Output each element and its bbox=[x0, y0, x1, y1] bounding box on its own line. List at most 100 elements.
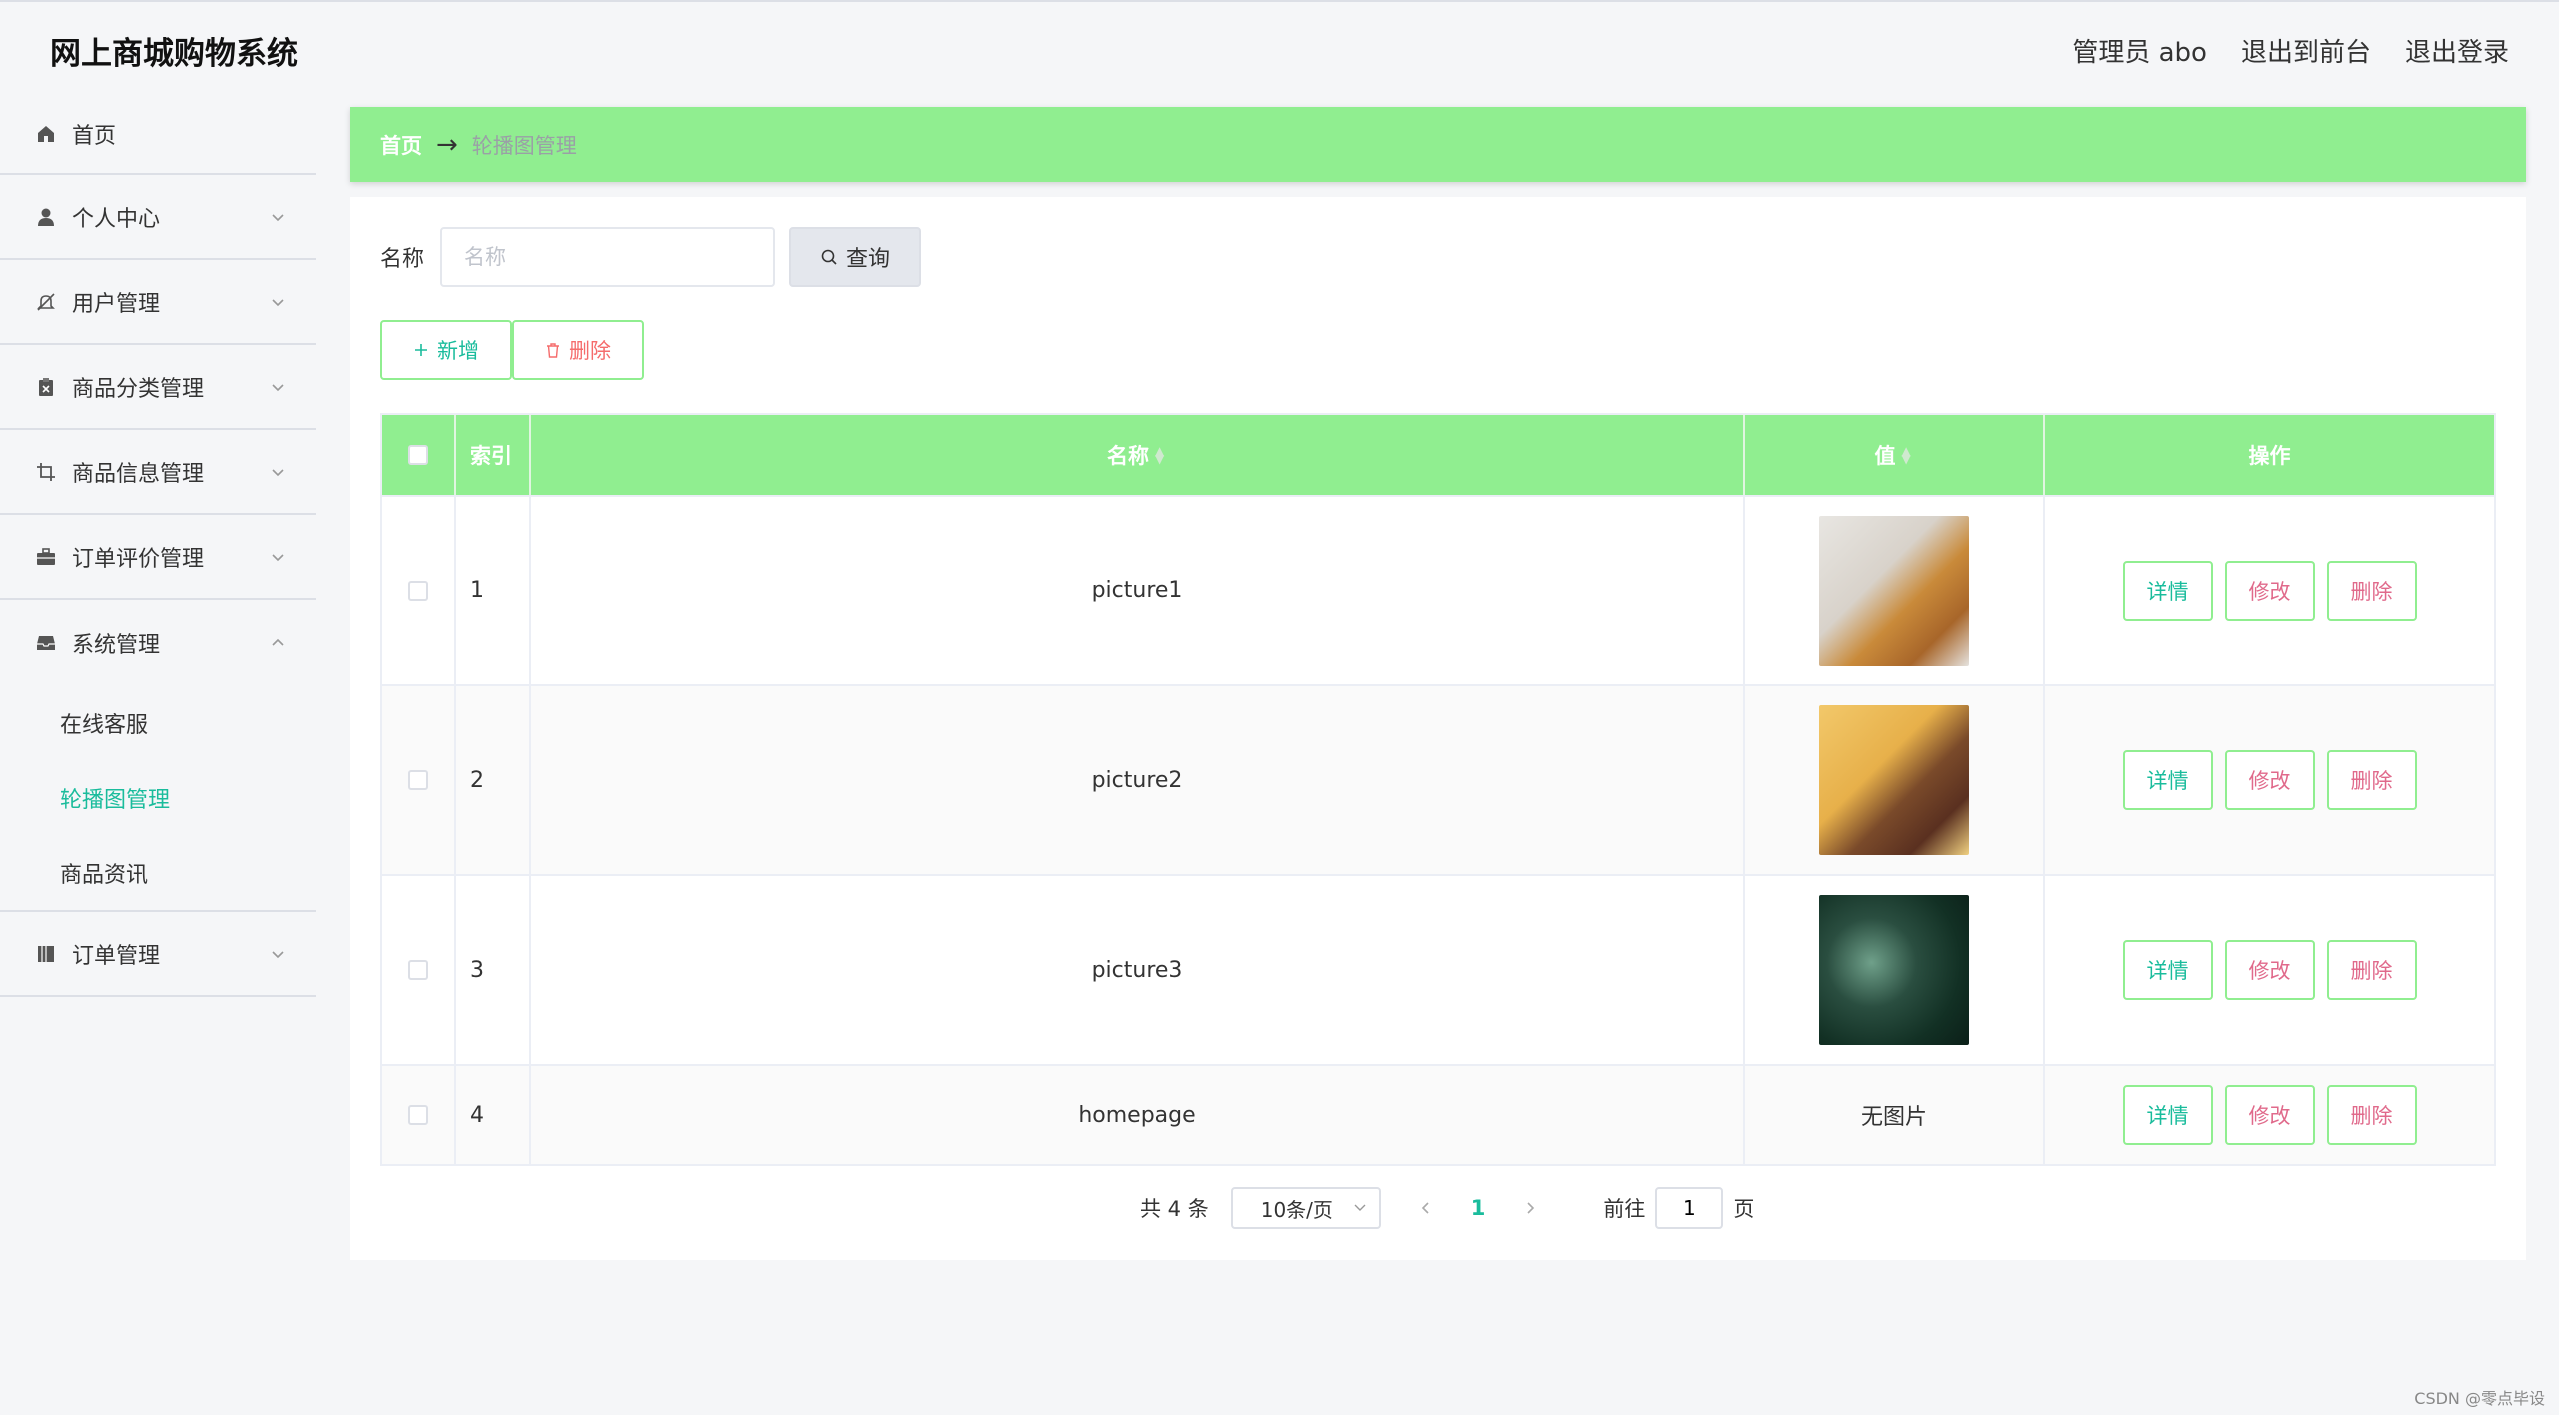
detail-button[interactable]: 详情 bbox=[2122, 940, 2213, 1000]
carousel-thumbnail[interactable] bbox=[1819, 895, 1969, 1045]
carousel-thumbnail[interactable] bbox=[1819, 515, 1969, 666]
row-checkbox-cell bbox=[382, 876, 456, 1064]
user-icon bbox=[36, 207, 56, 227]
admin-user-label[interactable]: 管理员 abo bbox=[2072, 32, 2207, 69]
search-input[interactable] bbox=[440, 227, 776, 287]
chevron-down-icon bbox=[272, 950, 284, 958]
goto-page-input[interactable] bbox=[1655, 1187, 1724, 1229]
batch-delete-button-label: 删除 bbox=[569, 339, 611, 363]
sidebar-item-label: 个人中心 bbox=[72, 206, 161, 232]
top-header: 网上商城购物系统 管理员 abo 退出到前台 退出登录 bbox=[0, 0, 2559, 95]
sidebar-item-label: 商品信息管理 bbox=[72, 461, 205, 487]
sidebar: 首页 个人中心 用户管理 商品分类管理 商品信息管理 订单评价管理 系统管理 在… bbox=[0, 95, 316, 1415]
prev-page-button[interactable] bbox=[1411, 1187, 1441, 1229]
query-button-label: 查询 bbox=[846, 247, 891, 272]
header-name[interactable]: 名称 ▲ ▼ bbox=[531, 415, 1745, 495]
query-button[interactable]: 查询 bbox=[789, 227, 922, 287]
search-row: 名称 查询 bbox=[380, 227, 922, 287]
detail-button[interactable]: 详情 bbox=[2122, 560, 2213, 621]
sort-icon[interactable]: ▲ ▼ bbox=[1902, 445, 1914, 465]
row-ops: 详情 修改 删除 bbox=[2045, 497, 2494, 684]
delete-button[interactable]: 删除 bbox=[2326, 750, 2417, 810]
row-ops: 详情 修改 删除 bbox=[2045, 1066, 2494, 1164]
next-page-button[interactable] bbox=[1515, 1187, 1545, 1229]
goto-suffix: 页 bbox=[1733, 1197, 1755, 1221]
add-button-label: 新增 bbox=[437, 339, 479, 363]
submenu-carousel-management[interactable]: 轮播图管理 bbox=[0, 760, 316, 835]
header-value-label: 值 bbox=[1874, 444, 1896, 468]
chevron-down-icon bbox=[272, 553, 284, 561]
main-panel: 名称 查询 新增 删除 索引 名称 ▲▼ 值 ▲▼ 操作 1 picture1 bbox=[350, 197, 2526, 1260]
sidebar-item-user-management[interactable]: 用户管理 bbox=[0, 260, 316, 345]
sidebar-item-category-management[interactable]: 商品分类管理 bbox=[0, 345, 316, 430]
briefcase-icon bbox=[36, 547, 56, 567]
delete-button[interactable]: 删除 bbox=[2326, 560, 2417, 621]
page-size-select[interactable]: 10条/页 bbox=[1230, 1187, 1381, 1229]
total-count: 共 4 条 bbox=[1140, 1197, 1209, 1221]
row-checkbox[interactable] bbox=[408, 1105, 428, 1125]
row-value bbox=[1745, 876, 2045, 1064]
row-checkbox-cell bbox=[382, 686, 456, 874]
goto-label: 前往 bbox=[1603, 1197, 1646, 1221]
row-index: 4 bbox=[456, 1066, 531, 1164]
chevron-down-icon bbox=[272, 298, 284, 306]
sidebar-item-product-management[interactable]: 商品信息管理 bbox=[0, 430, 316, 515]
sidebar-item-label: 订单评价管理 bbox=[72, 546, 205, 572]
inbox-icon bbox=[36, 633, 56, 653]
header-value[interactable]: 值 ▲ ▼ bbox=[1745, 415, 2045, 495]
search-icon bbox=[821, 249, 837, 265]
pagination: 共 4 条 10条/页 1 前往 页 bbox=[1140, 1187, 1754, 1229]
add-button[interactable]: 新增 bbox=[380, 320, 512, 380]
row-name: picture1 bbox=[531, 497, 1745, 684]
sort-icon[interactable]: ▲ ▼ bbox=[1155, 445, 1167, 465]
app-title: 网上商城购物系统 bbox=[50, 36, 298, 72]
carousel-thumbnail[interactable] bbox=[1819, 705, 1969, 855]
row-name: picture3 bbox=[531, 876, 1745, 1064]
row-index: 2 bbox=[456, 686, 531, 874]
batch-delete-button[interactable]: 删除 bbox=[512, 320, 644, 380]
delete-button[interactable]: 删除 bbox=[2326, 1085, 2417, 1145]
sidebar-item-label: 商品分类管理 bbox=[72, 376, 205, 402]
breadcrumb-current: 轮播图管理 bbox=[471, 133, 577, 158]
header-checkbox-cell bbox=[382, 415, 456, 495]
chevron-down-icon bbox=[272, 213, 284, 221]
row-checkbox[interactable] bbox=[408, 580, 428, 601]
edit-button[interactable]: 修改 bbox=[2224, 750, 2315, 810]
table-row: 3 picture3 详情 修改 删除 bbox=[382, 874, 2494, 1064]
row-name: homepage bbox=[531, 1066, 1745, 1164]
sidebar-item-personal-center[interactable]: 个人中心 bbox=[0, 175, 316, 260]
select-all-checkbox[interactable] bbox=[408, 445, 428, 465]
chevron-down-icon bbox=[272, 468, 284, 476]
plus-icon bbox=[415, 344, 427, 356]
submenu-online-service[interactable]: 在线客服 bbox=[0, 685, 316, 760]
watermark: CSDN @零点毕设 bbox=[2414, 1389, 2545, 1408]
logout-link[interactable]: 退出登录 bbox=[2405, 32, 2509, 69]
row-ops: 详情 修改 删除 bbox=[2045, 686, 2494, 874]
detail-button[interactable]: 详情 bbox=[2122, 1085, 2213, 1145]
row-index: 1 bbox=[456, 497, 531, 684]
row-checkbox[interactable] bbox=[408, 770, 428, 790]
edit-button[interactable]: 修改 bbox=[2224, 1085, 2315, 1145]
sidebar-item-home[interactable]: 首页 bbox=[0, 95, 316, 175]
row-checkbox[interactable] bbox=[408, 960, 428, 980]
table-header: 索引 名称 ▲ ▼ 值 ▲ ▼ 操作 bbox=[382, 415, 2494, 495]
breadcrumb-home[interactable]: 首页 bbox=[380, 130, 422, 160]
chevron-up-icon bbox=[272, 638, 284, 646]
edit-button[interactable]: 修改 bbox=[2224, 560, 2315, 621]
sidebar-item-system-management[interactable]: 系统管理 bbox=[0, 600, 316, 685]
submenu-product-news[interactable]: 商品资讯 bbox=[0, 835, 316, 910]
page-number-current[interactable]: 1 bbox=[1471, 1196, 1486, 1220]
home-icon bbox=[36, 124, 56, 144]
sidebar-item-order-review-management[interactable]: 订单评价管理 bbox=[0, 515, 316, 600]
sidebar-item-order-management[interactable]: 订单管理 bbox=[0, 912, 316, 997]
action-row: 新增 删除 bbox=[380, 320, 644, 380]
clipboard-icon bbox=[36, 377, 56, 397]
delete-button[interactable]: 删除 bbox=[2326, 940, 2417, 1000]
chevron-right-icon bbox=[1527, 1202, 1535, 1214]
edit-button[interactable]: 修改 bbox=[2224, 940, 2315, 1000]
header-name-label: 名称 bbox=[1107, 444, 1149, 468]
exit-to-front-link[interactable]: 退出到前台 bbox=[2241, 32, 2371, 69]
detail-button[interactable]: 详情 bbox=[2122, 750, 2213, 810]
page-size-value: 10条/页 bbox=[1260, 1197, 1333, 1222]
sidebar-item-label: 用户管理 bbox=[72, 291, 161, 317]
